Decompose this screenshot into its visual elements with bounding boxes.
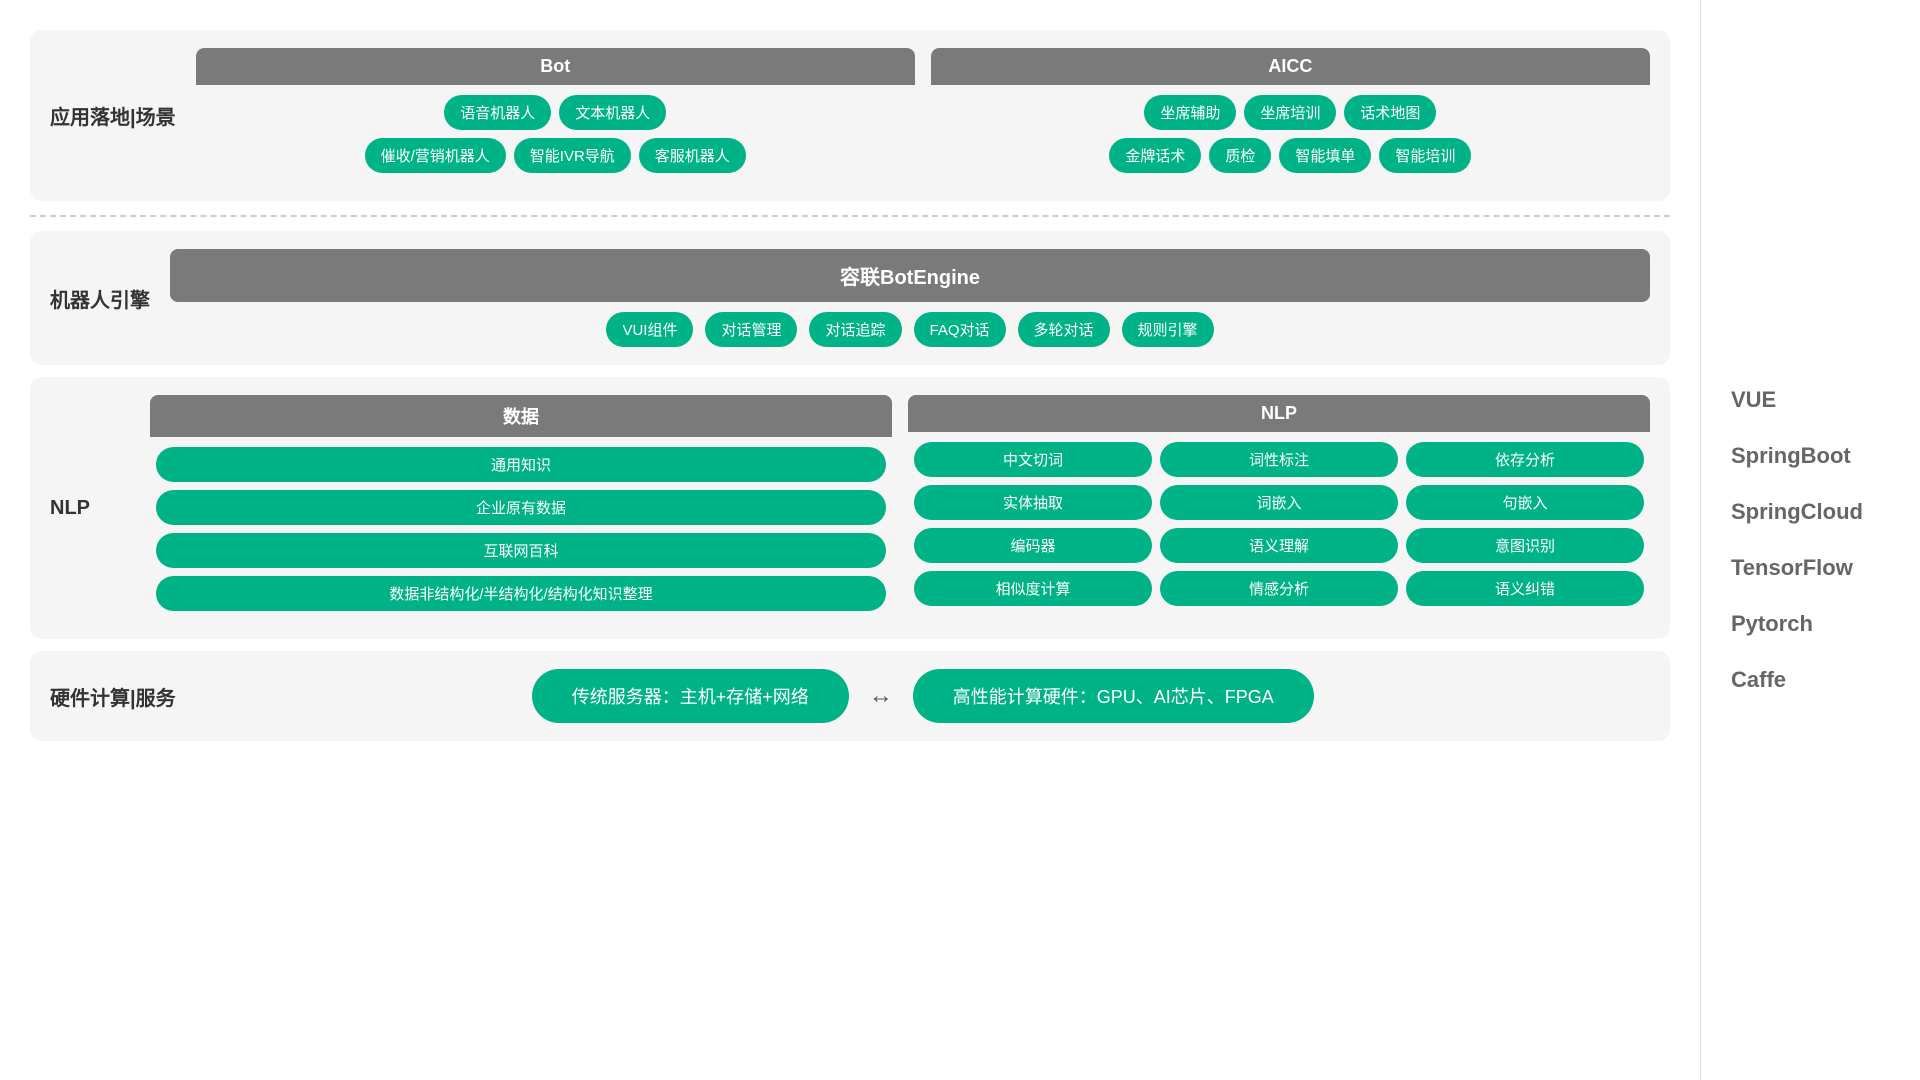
tag-duihua-guanli: 对话管理	[705, 312, 797, 347]
tag-wenben: 文本机器人	[559, 95, 666, 130]
aicc-header: AICC	[931, 48, 1650, 85]
arrow-icon: ↔	[869, 682, 893, 710]
tag-zhijian: 质检	[1209, 138, 1271, 173]
nlp-data-header: 数据	[150, 395, 892, 437]
engine-header: 容联BotEngine	[170, 249, 1650, 302]
bot-box: Bot 语音机器人 文本机器人 催收/营销机器人 智能IVR导航 客服机器人	[196, 48, 915, 183]
nlp-data-body: 通用知识 企业原有数据 互联网百科 数据非结构化/半结构化/结构化知识整理	[150, 437, 892, 621]
tag-kefu: 客服机器人	[639, 138, 746, 173]
tag-zhongwen-qiecifa: 中文切词	[914, 442, 1152, 477]
tag-cixing-biaozhu: 词性标注	[1160, 442, 1398, 477]
tag-ci-qianru: 词嵌入	[1160, 485, 1398, 520]
bot-header: Bot	[196, 48, 915, 85]
tag-cuishou: 催收/营销机器人	[365, 138, 506, 173]
tag-yuyi-jiucuo: 语义纠错	[1406, 571, 1644, 606]
app-scene-inner: Bot 语音机器人 文本机器人 催收/营销机器人 智能IVR导航 客服机器人 A…	[196, 48, 1650, 183]
tag-qiye-data: 企业原有数据	[156, 490, 886, 525]
aicc-body: 坐席辅助 坐席培训 话术地图 金牌话术 质检 智能填单 智能培训	[931, 85, 1650, 183]
nlp-tags-grid: 中文切词 词性标注 依存分析 实体抽取 词嵌入 句嵌入 编码器 语义理解 意图识…	[908, 432, 1650, 616]
hardware-label: 硬件计算|服务	[50, 682, 176, 711]
robot-inner: 容联BotEngine VUI组件 对话管理 对话追踪 FAQ对话 多轮对话 规…	[170, 249, 1650, 347]
tag-huashu-ditu: 话术地图	[1344, 95, 1436, 130]
app-scene-section: 应用落地|场景 Bot 语音机器人 文本机器人 催收/营销机器人 智能IVR导航…	[30, 30, 1670, 201]
tag-qinggan-fenxi: 情感分析	[1160, 571, 1398, 606]
robot-label: 机器人引擎	[50, 284, 150, 313]
sidebar: VUE SpringBoot SpringCloud TensorFlow Py…	[1700, 0, 1920, 1080]
sidebar-item-pytorch: Pytorch	[1731, 611, 1890, 637]
aicc-box: AICC 坐席辅助 坐席培训 话术地图 金牌话术 质检 智能填单 智能培训	[931, 48, 1650, 183]
hardware-section: 硬件计算|服务 传统服务器：主机+存储+网络 ↔ 高性能计算硬件：GPU、AI芯…	[30, 651, 1670, 741]
engine-tags-row: VUI组件 对话管理 对话追踪 FAQ对话 多轮对话 规则引擎	[170, 312, 1650, 347]
hw-inner: 传统服务器：主机+存储+网络 ↔ 高性能计算硬件：GPU、AI芯片、FPGA	[196, 669, 1650, 723]
sidebar-item-springcloud: SpringCloud	[1731, 499, 1890, 525]
robot-section: 机器人引擎 容联BotEngine VUI组件 对话管理 对话追踪 FAQ对话 …	[30, 231, 1670, 365]
tag-duolun: 多轮对话	[1018, 312, 1110, 347]
tag-zhongneng-pei: 智能培训	[1379, 138, 1471, 173]
nlp-label: NLP	[50, 497, 130, 520]
tag-ivr: 智能IVR导航	[514, 138, 631, 173]
nlp-section: NLP 数据 通用知识 企业原有数据 互联网百科 数据非结构化/半结构化/结构化…	[30, 377, 1670, 639]
nlp-inner: 数据 通用知识 企业原有数据 互联网百科 数据非结构化/半结构化/结构化知识整理…	[150, 395, 1650, 621]
dashed-divider	[30, 215, 1670, 217]
tag-jinpai: 金牌话术	[1109, 138, 1201, 173]
tag-yuyin: 语音机器人	[444, 95, 551, 130]
tag-faq: FAQ对话	[914, 312, 1006, 347]
bot-body: 语音机器人 文本机器人 催收/营销机器人 智能IVR导航 客服机器人	[196, 85, 915, 183]
bot-row1: 语音机器人 文本机器人	[202, 95, 909, 130]
tag-xiangsi-du: 相似度计算	[914, 571, 1152, 606]
app-scene-label: 应用落地|场景	[50, 101, 176, 130]
nlp-data-box: 数据 通用知识 企业原有数据 互联网百科 数据非结构化/半结构化/结构化知识整理	[150, 395, 892, 621]
nlp-nlp-header: NLP	[908, 395, 1650, 432]
tag-ju-qianru: 句嵌入	[1406, 485, 1644, 520]
tag-zhongneng-tian: 智能填单	[1279, 138, 1371, 173]
tag-tongyong: 通用知识	[156, 447, 886, 482]
tag-yitu-shibie: 意图识别	[1406, 528, 1644, 563]
aicc-row2: 金牌话术 质检 智能填单 智能培训	[937, 138, 1644, 173]
tag-vui: VUI组件	[606, 312, 693, 347]
sidebar-item-caffe: Caffe	[1731, 667, 1890, 693]
tag-yicun-fenxi: 依存分析	[1406, 442, 1644, 477]
sidebar-item-tensorflow: TensorFlow	[1731, 555, 1890, 581]
tag-data-zhishi: 数据非结构化/半结构化/结构化知识整理	[156, 576, 886, 611]
tag-bianma-qi: 编码器	[914, 528, 1152, 563]
tag-zuoxi-peixun: 坐席培训	[1244, 95, 1336, 130]
sidebar-item-vue: VUE	[1731, 387, 1890, 413]
tag-shiti-chouqu: 实体抽取	[914, 485, 1152, 520]
main-content: 应用落地|场景 Bot 语音机器人 文本机器人 催收/营销机器人 智能IVR导航…	[0, 0, 1700, 1080]
nlp-nlp-box: NLP 中文切词 词性标注 依存分析 实体抽取 词嵌入 句嵌入 编码器 语义理解…	[908, 395, 1650, 621]
tag-zuoxi-fuzhu: 坐席辅助	[1144, 95, 1236, 130]
hw-tag-highperf: 高性能计算硬件：GPU、AI芯片、FPGA	[913, 669, 1314, 723]
tag-yuyi-lijie: 语义理解	[1160, 528, 1398, 563]
hw-tag-traditional: 传统服务器：主机+存储+网络	[532, 669, 849, 723]
aicc-row1: 坐席辅助 坐席培训 话术地图	[937, 95, 1644, 130]
tag-guize: 规则引擎	[1122, 312, 1214, 347]
sidebar-item-springboot: SpringBoot	[1731, 443, 1890, 469]
tag-duihua-zhuizong: 对话追踪	[809, 312, 901, 347]
tag-hulianwang: 互联网百科	[156, 533, 886, 568]
bot-row2: 催收/营销机器人 智能IVR导航 客服机器人	[202, 138, 909, 173]
